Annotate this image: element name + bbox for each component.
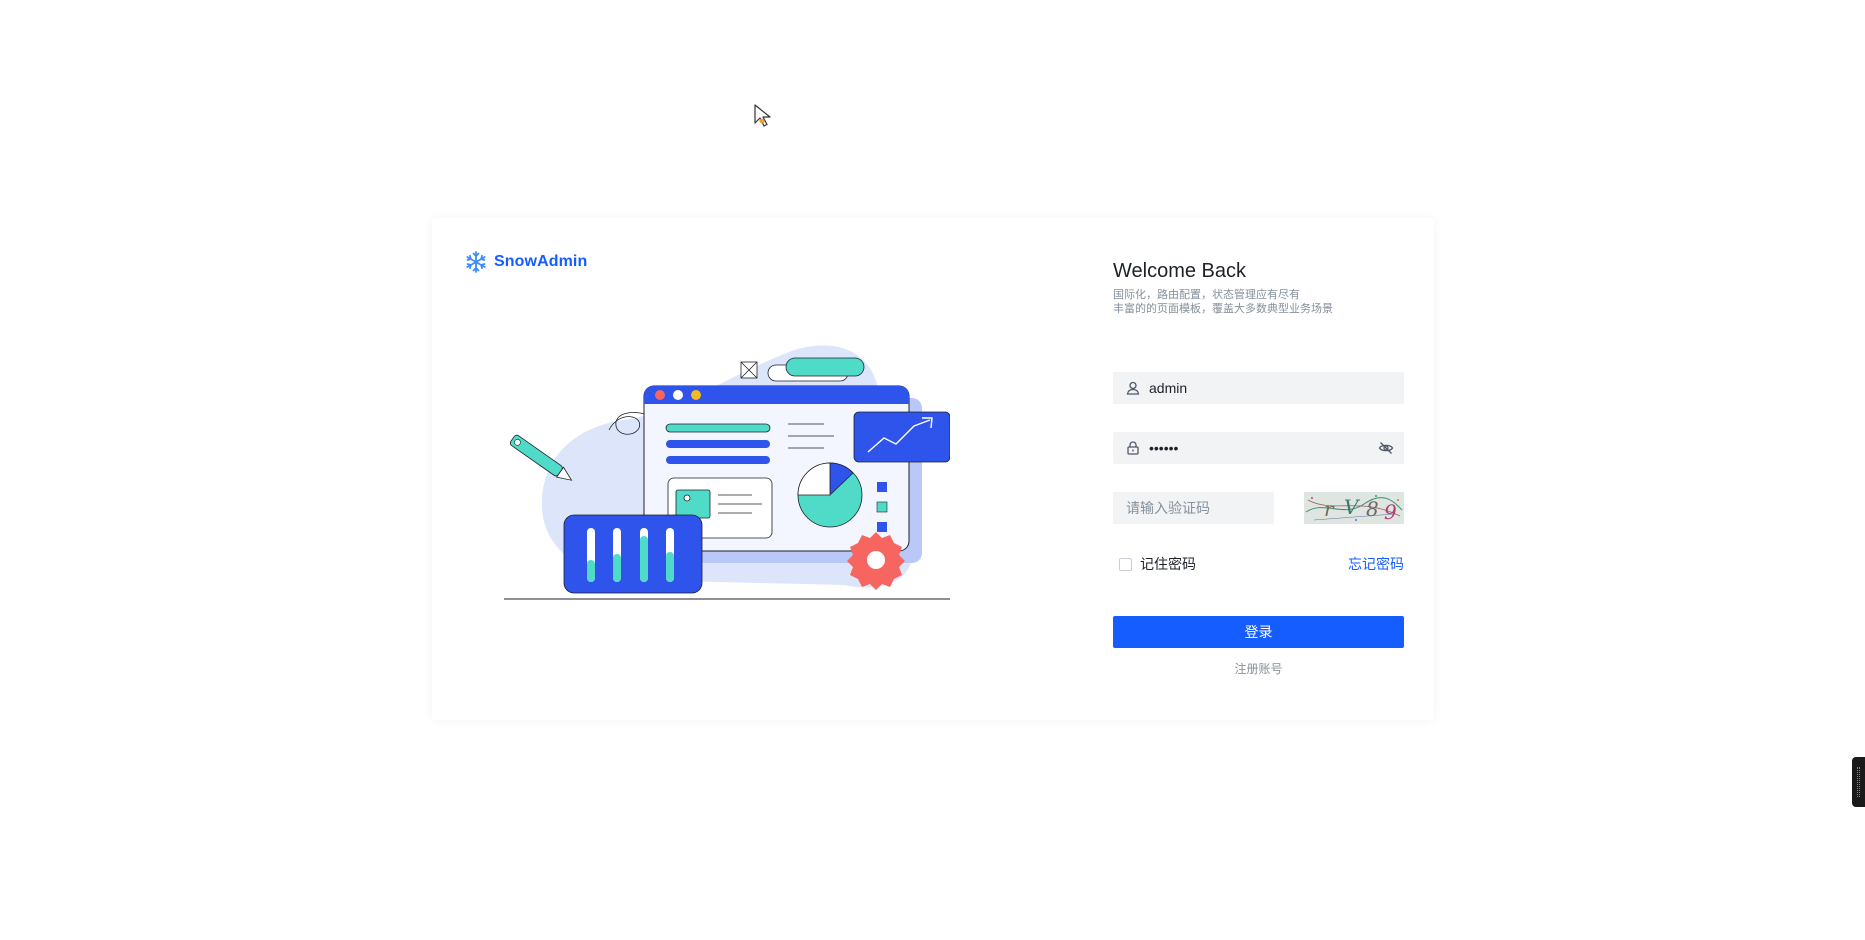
pointer-cursor-icon [754, 104, 771, 127]
username-field[interactable]: admin [1113, 372, 1404, 404]
eye-invisible-icon[interactable] [1378, 440, 1394, 456]
svg-text:V: V [1344, 495, 1361, 519]
welcome-subtitle-line-2: 丰富的的页面模板，覆盖大多数典型业务场景 [1113, 303, 1333, 315]
password-field[interactable]: •••••• [1113, 432, 1404, 464]
side-drawer-handle[interactable] [1852, 757, 1865, 807]
lock-icon [1127, 441, 1139, 455]
remember-password-label[interactable]: 记住密码 [1140, 554, 1196, 574]
login-button[interactable]: 登录 [1113, 616, 1404, 648]
password-value: •••••• [1149, 440, 1179, 456]
register-link[interactable]: 注册账号 [1113, 660, 1404, 677]
remember-password-checkbox[interactable]: 记住密码 [1113, 554, 1196, 574]
snowflake-icon [466, 251, 486, 273]
login-page: SnowAdmin Welcome Back 国际化，路由配置，状态管理应有尽有… [0, 0, 1865, 940]
user-icon [1126, 381, 1140, 395]
svg-text:9: 9 [1384, 500, 1397, 524]
captcha-image[interactable]: r V 8 9 [1304, 492, 1404, 524]
welcome-subtitle: 国际化，路由配置，状态管理应有尽有 丰富的的页面模板，覆盖大多数典型业务场景 [1113, 288, 1404, 316]
dashboard-illustration [504, 345, 950, 600]
brand-logo[interactable]: SnowAdmin [464, 250, 587, 274]
login-card: SnowAdmin Welcome Back 国际化，路由配置，状态管理应有尽有… [432, 218, 1434, 720]
login-form: Welcome Back 国际化，路由配置，状态管理应有尽有 丰富的的页面模板，… [1113, 258, 1404, 676]
svg-text:r: r [1324, 497, 1335, 521]
captcha-input[interactable]: 请输入验证码 [1113, 492, 1274, 524]
welcome-title: Welcome Back [1113, 260, 1247, 282]
grip-icon [1857, 767, 1860, 797]
username-value: admin [1149, 380, 1188, 396]
brand-name: SnowAdmin [494, 253, 588, 270]
checkbox-box[interactable] [1119, 557, 1132, 571]
remember-row: 记住密码 忘记密码 [1113, 554, 1404, 574]
forgot-password-link[interactable]: 忘记密码 [1348, 554, 1404, 574]
welcome-subtitle-line-1: 国际化，路由配置，状态管理应有尽有 [1113, 289, 1300, 301]
captcha-placeholder: 请输入验证码 [1126, 500, 1210, 516]
svg-text:8: 8 [1366, 497, 1379, 521]
